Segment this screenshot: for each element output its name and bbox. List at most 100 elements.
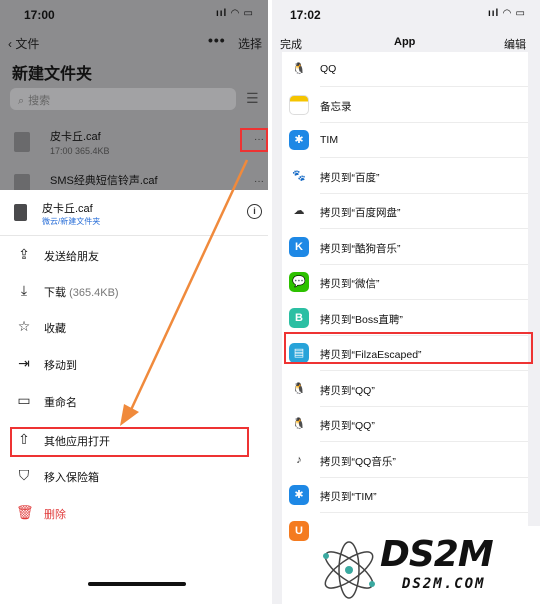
file-icon	[14, 204, 27, 221]
app-label: 拷贝到“QQ”	[320, 384, 375, 397]
nav-bar: 完成 App 编辑	[272, 36, 540, 52]
watermark-url: DS2M.COM	[402, 576, 486, 592]
baidu-icon: 🐾	[289, 165, 309, 186]
status-bar: 17:00 ııl ◠ ▭	[0, 0, 268, 28]
list-view-icon[interactable]: ☰	[246, 90, 259, 107]
trash-icon: 🗑	[16, 504, 34, 520]
tim-icon: ✱	[289, 130, 309, 150]
atom-logo-icon	[323, 541, 375, 599]
action-label: 删除	[44, 509, 66, 521]
app-list: 🐧 QQ 备忘录 ✱ TIM 🐾 拷贝到“百度” ☁ 拷贝到“百度网盘” K 拷贝到“酷狗音乐” 💬 拷…	[282, 52, 528, 604]
back-button[interactable]: ‹ 文件	[8, 35, 39, 52]
app-label: 备忘录	[320, 100, 352, 113]
action-label: 移入保险箱	[44, 472, 99, 484]
share-icon: ⇪	[18, 246, 30, 262]
app-row[interactable]: 🐧 QQ	[282, 52, 528, 87]
app-label: 拷贝到“微信”	[320, 278, 380, 290]
more-menu-button[interactable]: •••	[208, 32, 226, 48]
app-row[interactable]: 💬 拷贝到“微信”	[282, 265, 528, 300]
app-row[interactable]: ✱ TIM	[282, 123, 528, 158]
action-label-text: 下载	[44, 287, 66, 299]
qq-icon: 🐧	[289, 378, 309, 399]
page-title: App	[394, 36, 416, 48]
wechat-icon: 💬	[289, 272, 309, 292]
back-label: 文件	[15, 37, 40, 51]
app-row[interactable]: 🐧 拷贝到“QQ”	[282, 372, 528, 407]
file-meta: 17:00 365.4KB	[50, 146, 110, 156]
boss-icon: B	[289, 307, 309, 328]
notes-icon	[289, 94, 309, 115]
app-label: 拷贝到“酷狗音乐”	[320, 242, 401, 255]
qq-icon: 🐧	[289, 414, 309, 434]
watermark: DS2M DS2M.COM	[310, 526, 540, 604]
search-placeholder: 搜索	[28, 95, 51, 107]
star-icon: ☆	[17, 318, 31, 334]
action-label: 收藏	[44, 323, 66, 335]
vault-icon: ⛉	[18, 467, 30, 483]
kugou-icon: K	[289, 236, 309, 257]
edit-button[interactable]: 编辑	[504, 36, 526, 52]
app-row[interactable]: B 拷贝到“Boss直聘”	[282, 301, 528, 336]
action-move-to-vault[interactable]: ⛉ 移入保险箱	[0, 458, 268, 494]
download-size: (365.4KB)	[69, 287, 119, 299]
qq-music-icon: ♪	[289, 449, 309, 470]
action-label: 下载 (365.4KB)	[44, 284, 119, 300]
app-row[interactable]: 🐾 拷贝到“百度”	[282, 159, 528, 194]
app-label: 拷贝到“QQ”	[320, 420, 375, 432]
action-label: 移动到	[44, 360, 77, 372]
file-row[interactable]: 皮卡丘.caf 17:00 365.4KB ···	[0, 118, 268, 166]
info-icon[interactable]: i	[247, 204, 262, 219]
action-send-to-friend[interactable]: ⇪ 发送给朋友	[0, 237, 268, 273]
done-button[interactable]: 完成	[280, 36, 302, 52]
left-screen: 17:00 ııl ◠ ▭ ‹ 文件 ••• 选择 新建文件夹 ⌕ 搜索 ☰ 皮卡…	[0, 0, 268, 604]
file-more-button[interactable]: ···	[254, 176, 264, 187]
app-label: TIM	[320, 134, 339, 146]
filza-highlight	[284, 332, 533, 364]
open-in-highlight	[10, 427, 249, 457]
dimmed-file-list: 17:00 ııl ◠ ▭ ‹ 文件 ••• 选择 新建文件夹 ⌕ 搜索 ☰ 皮卡…	[0, 0, 268, 194]
download-icon: ⤓	[20, 282, 28, 298]
status-icons: ııl ◠ ▭	[215, 8, 254, 19]
right-screen: 17:02 ııl ◠ ▭ 完成 App 编辑 🐧 QQ 备忘录 ✱ TIM 🐾 拷贝到“百…	[272, 0, 540, 604]
sheet-file-path[interactable]: 微云/新建文件夹	[42, 216, 100, 227]
action-label: 发送给朋友	[44, 251, 99, 263]
status-time: 17:00	[24, 8, 55, 22]
action-favorite[interactable]: ☆ 收藏	[0, 309, 268, 345]
file-name: SMS经典短信铃声.caf	[50, 175, 158, 187]
nav-bar: ‹ 文件 ••• 选择	[0, 32, 268, 54]
search-icon: ⌕	[18, 95, 25, 107]
more-button-highlight	[240, 128, 268, 152]
watermark-title: DS2M	[380, 534, 494, 575]
home-indicator	[88, 582, 186, 586]
baidu-netdisk-icon: ☁	[289, 201, 309, 221]
action-rename[interactable]: ▭ 重命名	[0, 383, 268, 419]
app-row[interactable]: ✱ 拷贝到“TIM”	[282, 478, 528, 513]
status-icons: ııl ◠ ▭	[487, 8, 526, 19]
app-row[interactable]: 备忘录	[282, 88, 528, 123]
select-button[interactable]: 选择	[238, 35, 262, 52]
app-row[interactable]: ♪ 拷贝到“QQ音乐”	[282, 443, 528, 478]
rename-icon: ▭	[17, 392, 31, 408]
file-name: 皮卡丘.caf	[50, 131, 101, 143]
sheet-file-name: 皮卡丘.caf	[42, 203, 93, 215]
app-label: QQ	[320, 63, 337, 75]
search-input[interactable]: ⌕ 搜索	[10, 88, 236, 110]
app-row[interactable]: K 拷贝到“酷狗音乐”	[282, 230, 528, 265]
action-move-to[interactable]: ⇥ 移动到	[0, 346, 268, 382]
status-time: 17:02	[290, 8, 321, 22]
app-row[interactable]: 🐧 拷贝到“QQ”	[282, 407, 528, 442]
uc-browser-icon: U	[289, 520, 309, 541]
sheet-header: 皮卡丘.caf 微云/新建文件夹 i	[0, 190, 268, 236]
tim-icon: ✱	[289, 485, 309, 505]
app-label: 拷贝到“百度”	[320, 171, 380, 184]
app-row[interactable]: ☁ 拷贝到“百度网盘”	[282, 194, 528, 229]
action-delete[interactable]: 🗑 删除	[0, 495, 268, 531]
app-label: 拷贝到“Boss直聘”	[320, 313, 403, 326]
page-title: 新建文件夹	[12, 66, 93, 83]
action-download[interactable]: ⤓ 下载 (365.4KB)	[0, 273, 268, 309]
app-label: 拷贝到“百度网盘”	[320, 207, 401, 219]
action-label: 重命名	[44, 397, 77, 409]
app-label: 拷贝到“TIM”	[320, 491, 377, 503]
status-bar: 17:02 ııl ◠ ▭	[272, 0, 540, 28]
file-icon	[14, 132, 30, 152]
